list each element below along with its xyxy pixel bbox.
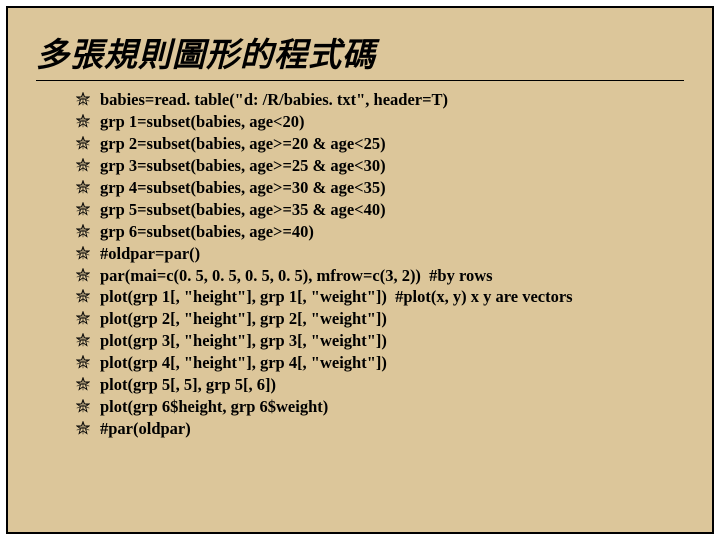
bullet-item: plot(grp 4[, "height"], grp 4[, "weight"… — [76, 352, 684, 374]
star-bullet-icon — [76, 268, 90, 282]
star-bullet-icon — [76, 92, 90, 106]
bullet-text: grp 5=subset(babies, age>=35 & age<40) — [100, 199, 684, 221]
star-bullet-icon — [76, 158, 90, 172]
bullet-text: plot(grp 3[, "height"], grp 3[, "weight"… — [100, 330, 684, 352]
bullet-text: grp 3=subset(babies, age>=25 & age<30) — [100, 155, 684, 177]
bullet-text: grp 1=subset(babies, age<20) — [100, 111, 684, 133]
bullet-text: grp 6=subset(babies, age>=40) — [100, 221, 684, 243]
bullet-item: plot(grp 6$height, grp 6$weight) — [76, 396, 684, 418]
star-bullet-icon — [76, 180, 90, 194]
bullet-text: plot(grp 6$height, grp 6$weight) — [100, 396, 684, 418]
bullet-item: plot(grp 1[, "height"], grp 1[, "weight"… — [76, 286, 684, 308]
bullet-text: #par(oldpar) — [100, 418, 684, 440]
bullet-text: plot(grp 4[, "height"], grp 4[, "weight"… — [100, 352, 684, 374]
bullet-text: plot(grp 1[, "height"], grp 1[, "weight"… — [100, 286, 684, 308]
bullet-item: grp 1=subset(babies, age<20) — [76, 111, 684, 133]
star-bullet-icon — [76, 399, 90, 413]
title-underline — [36, 80, 684, 81]
star-bullet-icon — [76, 224, 90, 238]
star-bullet-icon — [76, 333, 90, 347]
bullet-text: plot(grp 2[, "height"], grp 2[, "weight"… — [100, 308, 684, 330]
star-bullet-icon — [76, 114, 90, 128]
star-bullet-icon — [76, 202, 90, 216]
bullet-item: par(mai=c(0. 5, 0. 5, 0. 5, 0. 5), mfrow… — [76, 265, 684, 287]
bullet-text: plot(grp 5[, 5], grp 5[, 6]) — [100, 374, 684, 396]
slide-title: 多張規則圖形的程式碼 — [36, 28, 684, 76]
star-bullet-icon — [76, 246, 90, 260]
bullet-item: babies=read. table("d: /R/babies. txt", … — [76, 89, 684, 111]
bullet-item: #oldpar=par() — [76, 243, 684, 265]
bullet-item: plot(grp 2[, "height"], grp 2[, "weight"… — [76, 308, 684, 330]
star-bullet-icon — [76, 311, 90, 325]
bullet-item: plot(grp 3[, "height"], grp 3[, "weight"… — [76, 330, 684, 352]
star-bullet-icon — [76, 136, 90, 150]
bullet-text: babies=read. table("d: /R/babies. txt", … — [100, 89, 684, 111]
bullet-text: grp 2=subset(babies, age>=20 & age<25) — [100, 133, 684, 155]
star-bullet-icon — [76, 355, 90, 369]
slide: 多張規則圖形的程式碼 babies=read. table("d: /R/bab… — [6, 6, 714, 534]
bullet-text: grp 4=subset(babies, age>=30 & age<35) — [100, 177, 684, 199]
bullet-item: grp 3=subset(babies, age>=25 & age<30) — [76, 155, 684, 177]
bullet-text: #oldpar=par() — [100, 243, 684, 265]
bullet-item: #par(oldpar) — [76, 418, 684, 440]
bullet-item: grp 6=subset(babies, age>=40) — [76, 221, 684, 243]
star-bullet-icon — [76, 421, 90, 435]
bullet-item: grp 2=subset(babies, age>=20 & age<25) — [76, 133, 684, 155]
bullet-item: grp 5=subset(babies, age>=35 & age<40) — [76, 199, 684, 221]
star-bullet-icon — [76, 377, 90, 391]
slide-container: 多張規則圖形的程式碼 babies=read. table("d: /R/bab… — [0, 0, 720, 540]
bullet-text: par(mai=c(0. 5, 0. 5, 0. 5, 0. 5), mfrow… — [100, 265, 684, 287]
bullet-item: plot(grp 5[, 5], grp 5[, 6]) — [76, 374, 684, 396]
star-bullet-icon — [76, 289, 90, 303]
bullet-list: babies=read. table("d: /R/babies. txt", … — [36, 89, 684, 440]
bullet-item: grp 4=subset(babies, age>=30 & age<35) — [76, 177, 684, 199]
